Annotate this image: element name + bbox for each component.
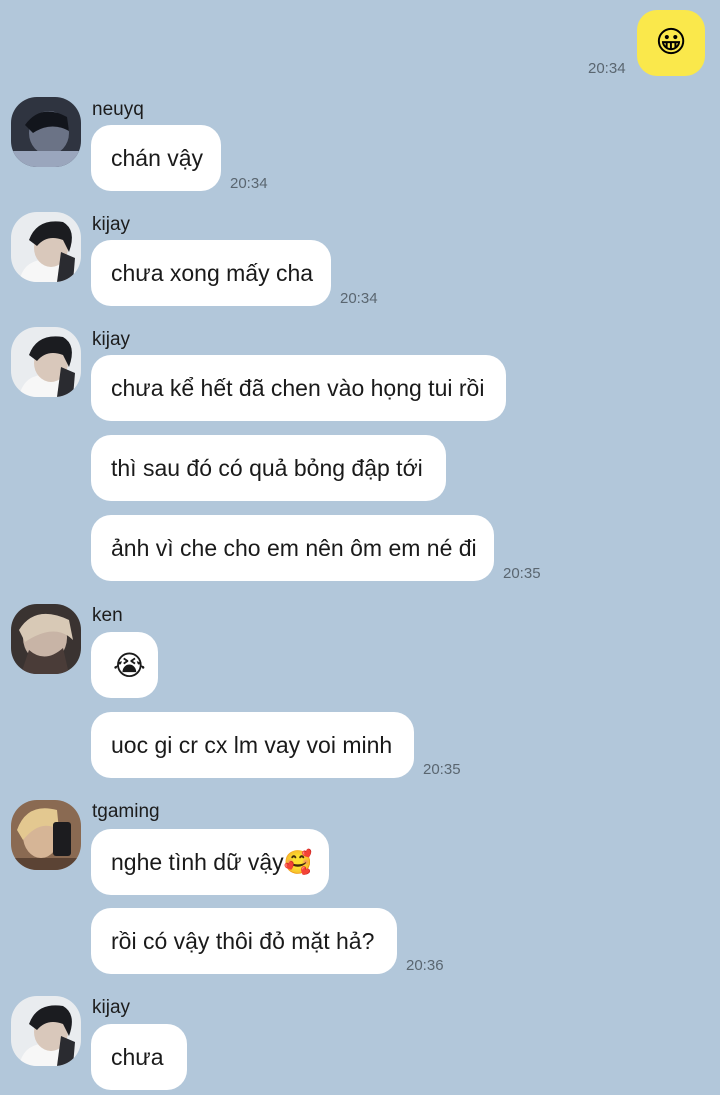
message-bubble[interactable]: chưa xong mấy cha <box>91 240 331 306</box>
sender-name: kijay <box>92 214 131 235</box>
message-bubble[interactable]: rồi có vậy thôi đỏ mặt hả? <box>91 908 397 974</box>
message-timestamp: 20:35 <box>503 565 541 582</box>
message-timestamp: 20:34 <box>230 175 268 192</box>
sender-name: tgaming <box>92 801 160 822</box>
outgoing-timestamp: 20:34 <box>588 60 626 77</box>
avatar-tgaming[interactable] <box>11 800 81 870</box>
sender-name: neuyq <box>92 99 144 120</box>
message-bubble[interactable]: ảnh vì che cho em nên ôm em né đi <box>91 515 494 581</box>
profile-photo-icon <box>11 97 81 167</box>
grinning-face-emoji: 😀 <box>655 26 687 59</box>
avatar-kijay[interactable] <box>11 996 81 1066</box>
message-bubble[interactable]: chưa <box>91 1024 187 1090</box>
message-bubble[interactable]: thì sau đó có quả bỏng đập tới <box>91 435 446 501</box>
message-text: uoc gi cr cx lm vay voi minh <box>111 731 393 758</box>
outgoing-message-bubble[interactable]: 😀 <box>637 10 705 76</box>
message-bubble[interactable]: chán vậy <box>91 125 221 191</box>
message-timestamp: 20:34 <box>340 290 378 307</box>
message-text: ảnh vì che cho em nên ôm em né đi <box>111 534 477 561</box>
profile-photo-icon <box>11 800 81 870</box>
profile-photo-icon <box>11 604 81 674</box>
message-text: rồi có vậy thôi đỏ mặt hả? <box>111 927 375 954</box>
message-text: thì sau đó có quả bỏng đập tới <box>111 454 423 481</box>
message-bubble[interactable]: chưa kể hết đã chen vào họng tui rồi <box>91 355 506 421</box>
sender-name: kijay <box>92 997 131 1018</box>
message-bubble[interactable]: nghe tình dữ vậy🥰 <box>91 829 329 895</box>
message-text: chưa kể hết đã chen vào họng tui rồi <box>111 374 485 401</box>
chat-room[interactable]: 20:34 😀 neuyq chán vậy 20:34 kijay chưa … <box>0 0 720 1095</box>
avatar-neuyq[interactable] <box>11 97 81 167</box>
message-text: chưa xong mấy cha <box>111 259 314 286</box>
sender-name: kijay <box>92 329 131 350</box>
message-timestamp: 20:35 <box>423 761 461 778</box>
avatar-kijay[interactable] <box>11 212 81 282</box>
message-timestamp: 20:36 <box>406 957 444 974</box>
message-text: chưa <box>111 1043 164 1070</box>
profile-photo-icon <box>11 212 81 282</box>
crying-face-emoji: 😭 <box>113 649 146 681</box>
message-text: nghe tình dữ vậy🥰 <box>111 848 313 875</box>
avatar-kijay[interactable] <box>11 327 81 397</box>
avatar-ken[interactable] <box>11 604 81 674</box>
profile-photo-icon <box>11 996 81 1066</box>
message-bubble[interactable]: uoc gi cr cx lm vay voi minh <box>91 712 414 778</box>
profile-photo-icon <box>11 327 81 397</box>
message-bubble[interactable]: 😭 <box>91 632 158 698</box>
message-text: chán vậy <box>111 144 204 171</box>
sender-name: ken <box>92 605 123 626</box>
